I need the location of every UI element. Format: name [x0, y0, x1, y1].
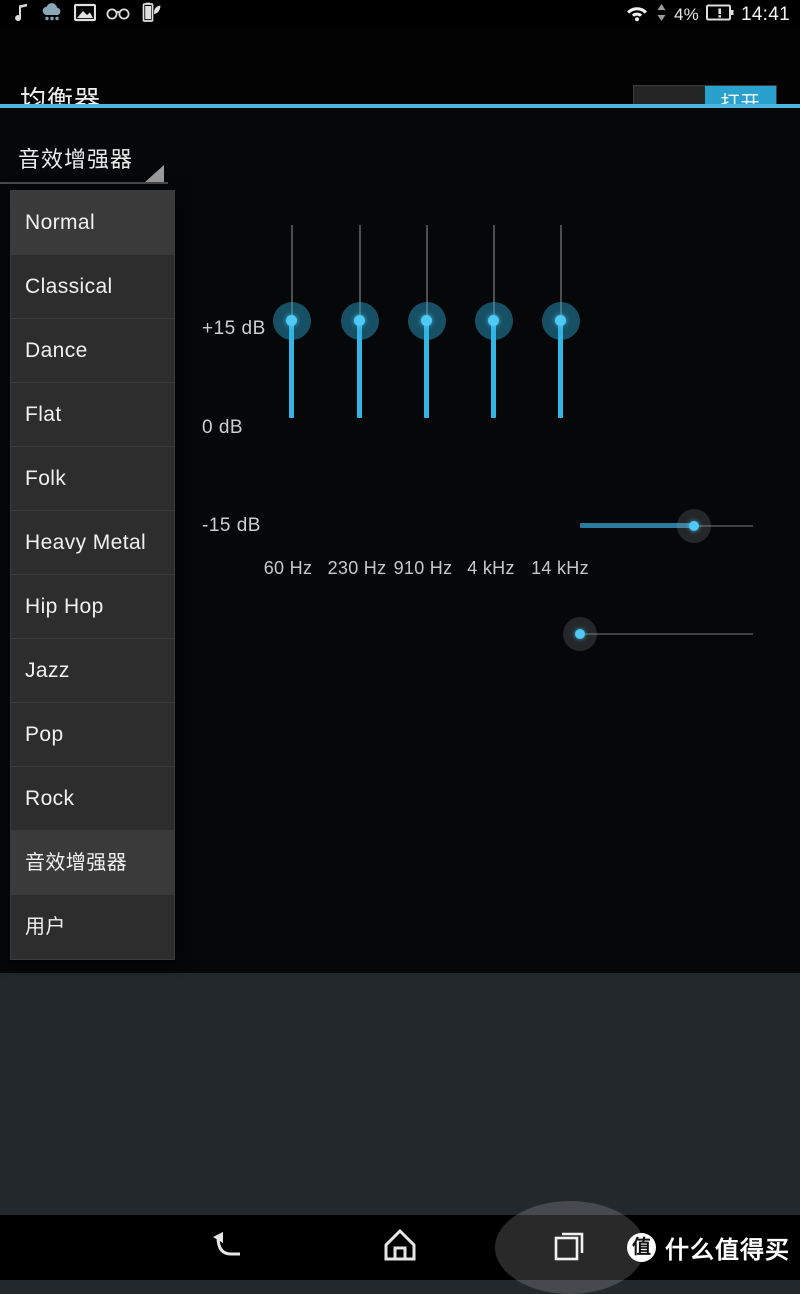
db-min-label: -15 dB — [202, 515, 261, 536]
dropdown-item-normal[interactable]: Normal — [11, 191, 174, 255]
dropdown-item-hip-hop[interactable]: Hip Hop — [11, 575, 174, 639]
eq-band-slider-4[interactable] — [464, 225, 524, 418]
rain-cloud-icon — [40, 2, 64, 28]
dropdown-item-classical[interactable]: Classical — [11, 255, 174, 319]
eq-band-slider-3[interactable] — [397, 225, 457, 418]
eq-band-thumb[interactable] — [421, 315, 432, 326]
recents-icon — [551, 1226, 589, 1269]
glasses-icon — [106, 6, 130, 25]
watermark-text: 什么值得买 — [665, 1237, 790, 1264]
back-button[interactable] — [145, 1215, 315, 1280]
dropdown-item-flat[interactable]: Flat — [11, 383, 174, 447]
preset-spinner[interactable]: 音效增强器 — [0, 132, 178, 194]
bass-boost-thumb[interactable] — [689, 521, 699, 531]
dropdown-item-folk[interactable]: Folk — [11, 447, 174, 511]
watermark-badge-icon: 值 — [627, 1233, 656, 1262]
db-mid-label: 0 dB — [202, 417, 244, 438]
dropdown-caret-icon[interactable] — [145, 165, 164, 182]
virtualizer-thumb[interactable] — [575, 629, 585, 639]
db-max-label: +15 dB — [202, 318, 266, 339]
battery-percent-label: 4% — [673, 5, 699, 24]
wifi-icon — [625, 3, 649, 27]
home-icon — [380, 1226, 420, 1269]
eq-band-slider-1[interactable] — [262, 225, 322, 418]
dropdown-item-jazz[interactable]: Jazz — [11, 639, 174, 703]
dropdown-item-user[interactable]: 用户 — [11, 895, 174, 959]
navigation-bar: 值 什么值得买 — [0, 1201, 800, 1294]
eq-band-thumb[interactable] — [354, 315, 365, 326]
battery-alert-icon — [705, 4, 734, 26]
dropdown-item-dance[interactable]: Dance — [11, 319, 174, 383]
lower-empty-area — [0, 973, 800, 1215]
android-screen: 4% 14:41 均衡器 打开 音效增强器 +15 dB 0 dB -15 dB… — [0, 0, 800, 1294]
status-bar-right: 4% 14:41 — [625, 0, 790, 30]
eq-band-slider-2[interactable] — [330, 225, 390, 418]
image-icon — [73, 3, 97, 27]
music-note-icon — [12, 3, 30, 28]
eq-band-slider-5[interactable] — [531, 225, 591, 418]
preset-dropdown-menu[interactable]: Normal Classical Dance Flat Folk Heavy M… — [10, 190, 175, 960]
status-bar-left-icons — [12, 0, 162, 30]
battery-leaf-icon — [140, 2, 162, 28]
virtualizer-track — [580, 633, 753, 635]
data-transfer-arrows-icon — [656, 3, 667, 27]
dropdown-item-effect-enhancer[interactable]: 音效增强器 — [11, 831, 174, 895]
eq-band-thumb[interactable] — [286, 315, 297, 326]
action-bar: 均衡器 打开 — [0, 30, 800, 117]
dropdown-item-heavy-metal[interactable]: Heavy Metal — [11, 511, 174, 575]
watermark: 值 什么值得买 — [627, 1215, 790, 1280]
virtualizer-slider[interactable] — [563, 614, 753, 654]
dropdown-item-rock[interactable]: Rock — [11, 767, 174, 831]
spinner-underline — [0, 182, 168, 184]
home-button[interactable] — [315, 1215, 485, 1280]
back-arrow-icon — [209, 1225, 251, 1270]
eq-band-thumb[interactable] — [555, 315, 566, 326]
status-bar-clock: 14:41 — [740, 4, 790, 25]
dropdown-item-pop[interactable]: Pop — [11, 703, 174, 767]
bass-boost-slider[interactable] — [580, 506, 753, 546]
status-bar: 4% 14:41 — [0, 0, 800, 30]
preset-spinner-label: 音效增强器 — [18, 147, 134, 172]
eq-band-thumb[interactable] — [488, 315, 499, 326]
eq-band-freq-label-5: 14 kHz — [531, 558, 589, 578]
